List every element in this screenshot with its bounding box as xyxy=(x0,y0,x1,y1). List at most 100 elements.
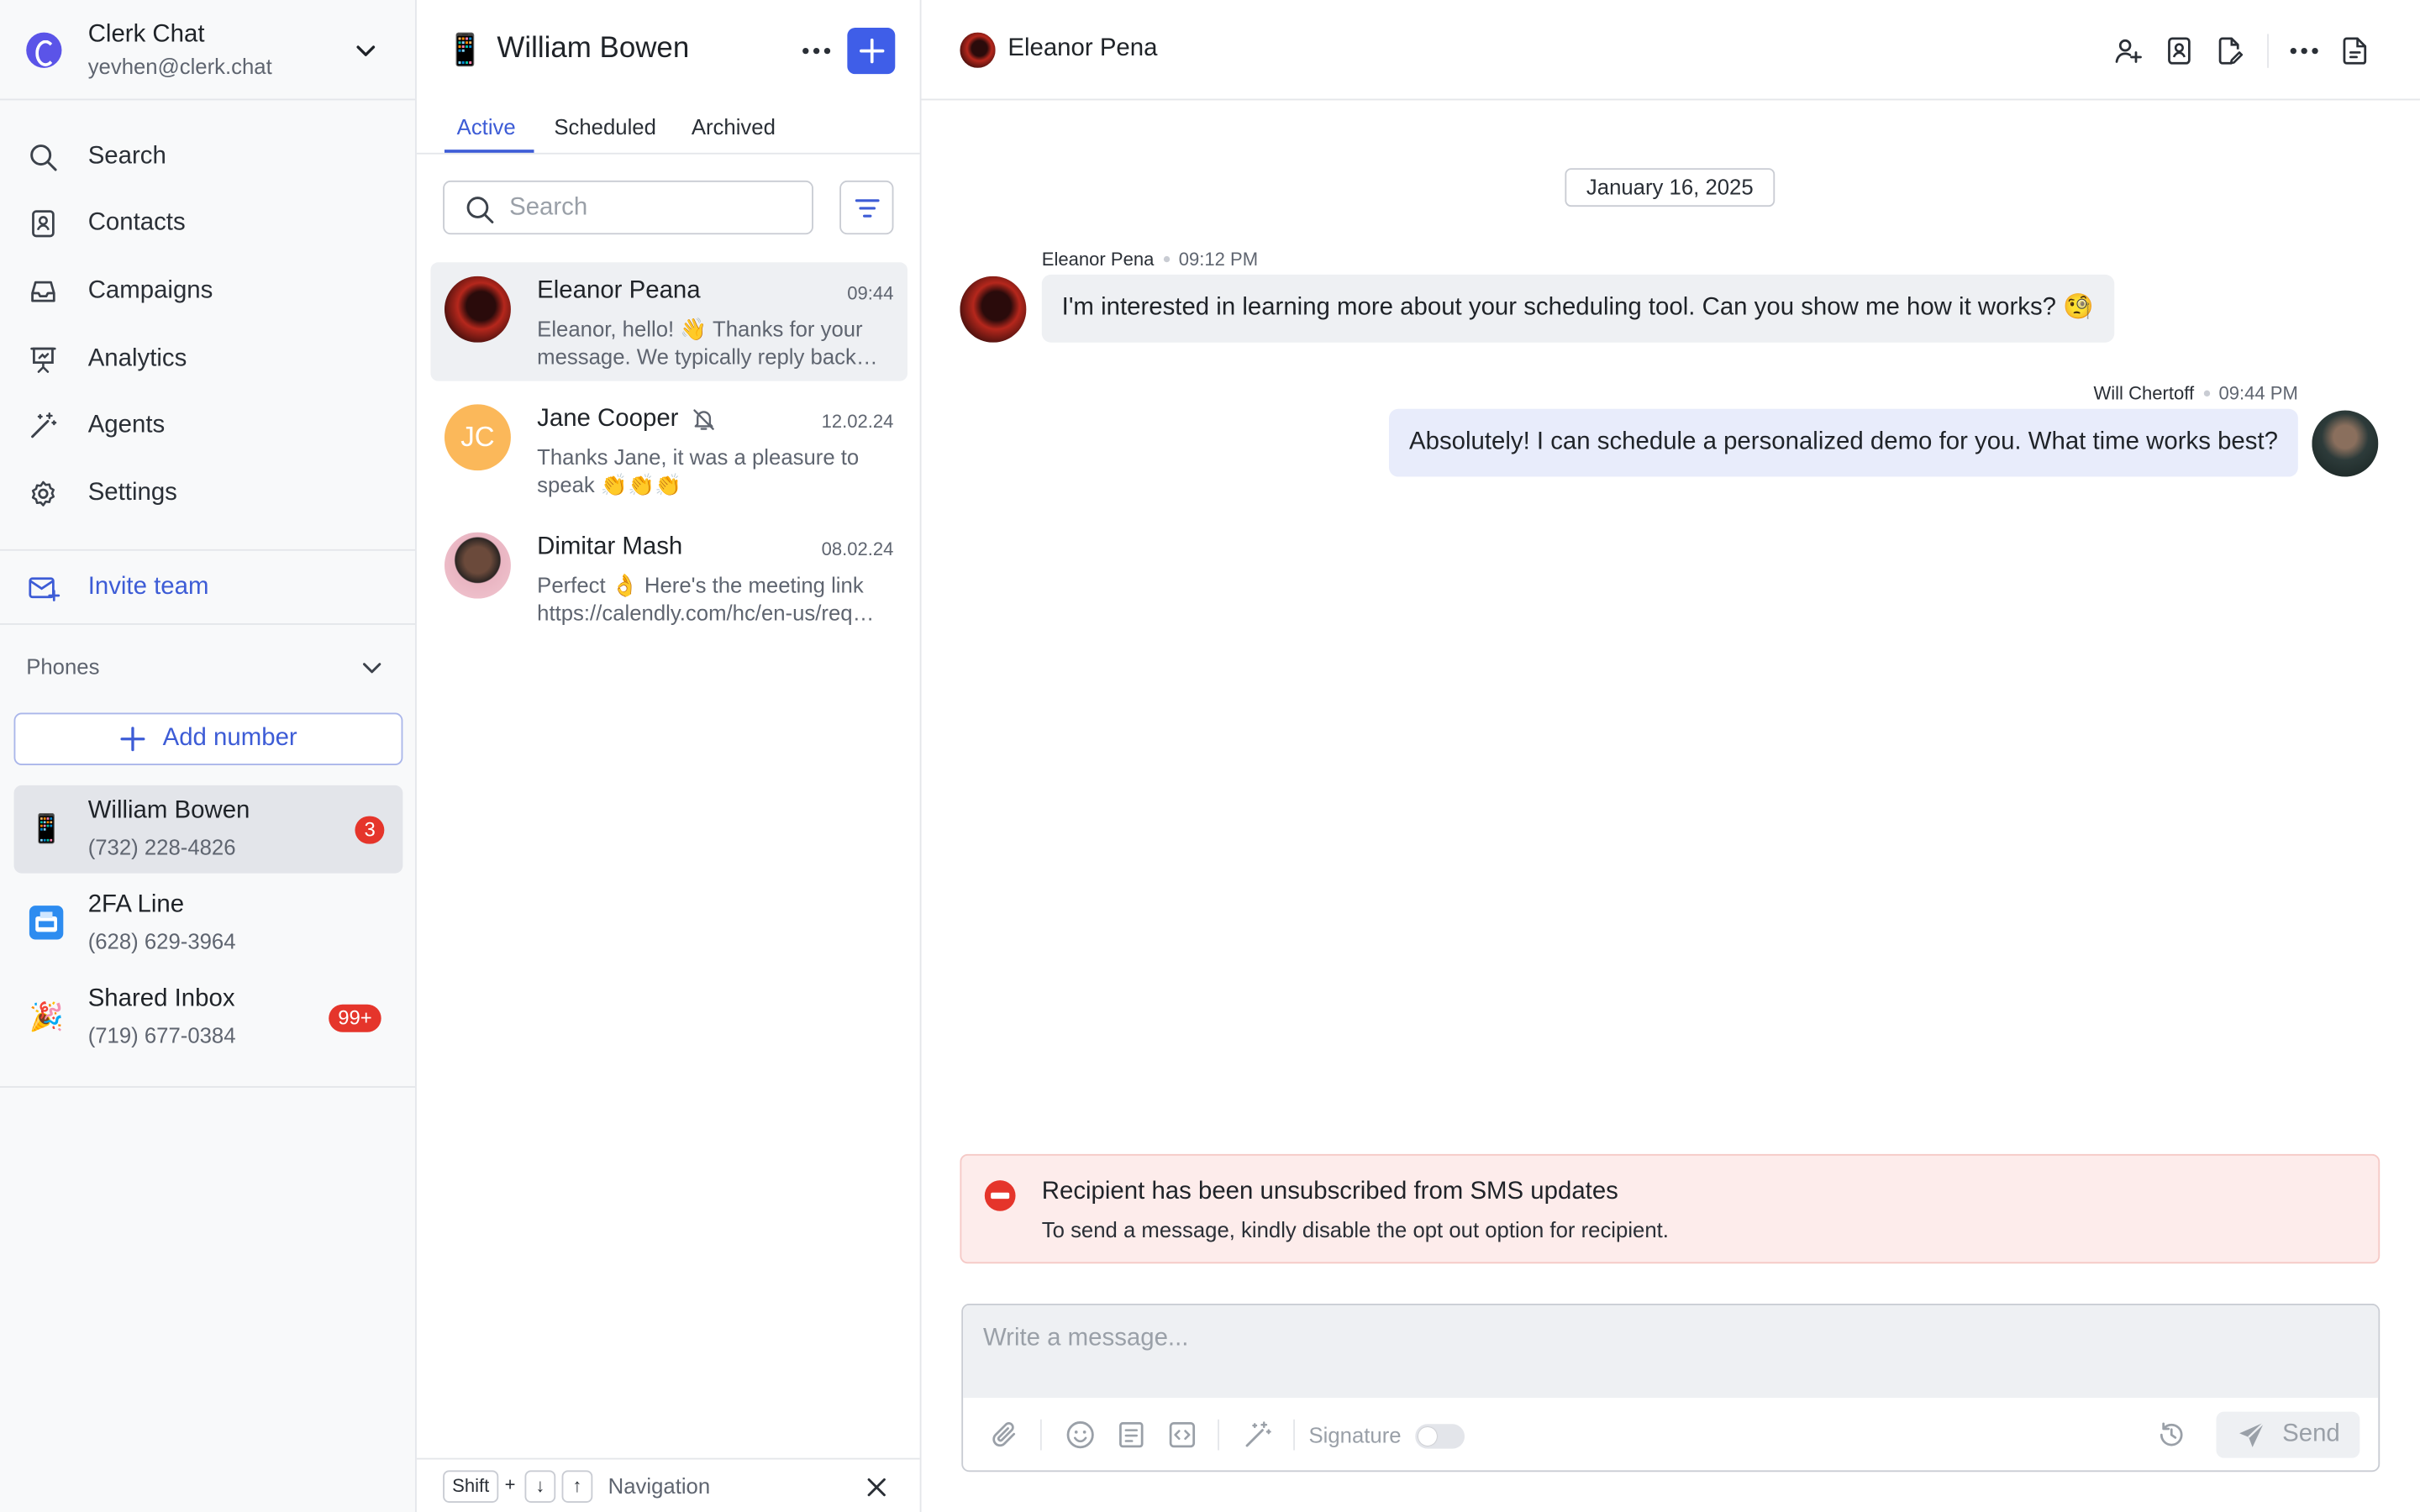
filter-button[interactable] xyxy=(839,180,894,235)
nav-item-agents[interactable]: Agents xyxy=(0,392,415,459)
message-sender: Will Chertoff xyxy=(2093,382,2195,405)
send-button[interactable]: Send xyxy=(2216,1411,2360,1458)
inbox-icon xyxy=(31,281,55,302)
conversation-time: 12.02.24 xyxy=(821,410,894,433)
divider xyxy=(2267,34,2269,68)
new-conversation-button[interactable] xyxy=(847,28,896,75)
conversation-time: 09:44 xyxy=(847,282,894,304)
invite-team-label: Invite team xyxy=(87,574,209,601)
conversation-time: 08.02.24 xyxy=(821,538,894,560)
add-number-button[interactable]: Add number xyxy=(13,712,403,766)
message-time: 09:44 PM xyxy=(2218,382,2298,405)
add-contact-button[interactable] xyxy=(2112,34,2145,67)
search-input[interactable] xyxy=(509,191,787,226)
workspace-switcher[interactable]: Clerk Chat yevhen@clerk.chat xyxy=(0,0,416,101)
schedule-button[interactable] xyxy=(2156,1420,2187,1451)
date-divider: January 16, 2025 xyxy=(1565,168,1776,207)
nav-item-campaigns[interactable]: Campaigns xyxy=(0,258,415,325)
divider xyxy=(0,1086,416,1088)
phone-number: (719) 677-0384 xyxy=(87,1022,236,1048)
clock-history-icon xyxy=(2160,1422,2183,1446)
message-field xyxy=(963,1305,2379,1399)
chat-panel: Eleanor Pena January 16, 2025 Eleanor Pe… xyxy=(921,0,2420,1512)
sidebar: Clerk Chat yevhen@clerk.chat Search Cont… xyxy=(0,0,417,1512)
magic-wand-icon xyxy=(1245,1421,1271,1447)
snippet-button[interactable] xyxy=(1167,1420,1198,1451)
phone-name: William Bowen xyxy=(87,797,250,824)
nav-label: Agents xyxy=(87,412,166,438)
close-icon[interactable] xyxy=(865,1475,889,1499)
muted-bell-icon xyxy=(692,409,714,430)
add-number-label: Add number xyxy=(162,725,297,752)
tab-scheduled[interactable]: Scheduled xyxy=(554,114,656,139)
phone-number: (628) 629-3964 xyxy=(87,928,236,954)
nav-label: Search xyxy=(87,143,166,170)
conversation-item-dimitar-mash[interactable]: Dimitar Mash 08.02.24 Perfect 👌 Here's t… xyxy=(430,518,908,637)
mobile-phone-icon: 📱 xyxy=(445,34,485,68)
phone-item-william-bowen[interactable]: 📱 William Bowen (732) 228-4826 3 xyxy=(13,785,403,874)
arrow-up-key: ↑ xyxy=(561,1470,593,1503)
conversation-name: Dimitar Mash xyxy=(537,533,683,560)
contacts-icon xyxy=(2168,37,2191,65)
presentation-icon xyxy=(30,346,56,373)
more-options-icon[interactable] xyxy=(799,34,833,67)
phone-number: (732) 228-4826 xyxy=(87,834,236,860)
conversation-item-jane-cooper[interactable]: JC Jane Cooper 12.02.24 Thanks Jane, it … xyxy=(430,391,908,509)
phone-item-2fa-line[interactable]: 2FA Line (628) 629-3964 xyxy=(14,879,403,968)
ai-assist-button[interactable] xyxy=(1243,1420,1274,1451)
nav-item-analytics[interactable]: Analytics xyxy=(0,325,415,392)
phone-item-shared-inbox[interactable]: 🎉 Shared Inbox (719) 677-0384 99+ xyxy=(14,974,403,1062)
fax-icon xyxy=(29,906,64,940)
chat-header: Eleanor Pena xyxy=(921,0,2420,101)
smiley-icon xyxy=(1066,1421,1094,1449)
divider xyxy=(1293,1419,1295,1451)
conversation-name: Jane Cooper xyxy=(537,406,679,433)
code-icon xyxy=(1169,1421,1196,1448)
nav-item-settings[interactable]: Settings xyxy=(0,459,415,527)
search-icon xyxy=(30,144,57,171)
plus-separator: + xyxy=(504,1473,516,1495)
shift-key: Shift xyxy=(443,1470,499,1503)
chat-contact-name[interactable]: Eleanor Pena xyxy=(1007,35,1157,63)
paperclip-icon xyxy=(992,1422,1016,1447)
message-composer: Signature Send xyxy=(961,1304,2381,1473)
nav-item-search[interactable]: Search xyxy=(0,123,415,191)
nav-label: Campaigns xyxy=(87,277,213,304)
inbox-title: William Bowen xyxy=(497,32,690,66)
message-time: 09:12 PM xyxy=(1178,248,1259,270)
avatar xyxy=(444,276,511,343)
avatar[interactable] xyxy=(960,32,996,68)
invite-team-link[interactable]: Invite team xyxy=(28,571,208,605)
party-popper-icon: 🎉 xyxy=(29,1001,65,1032)
conversation-preview: Perfect 👌 Here's the meeting link https:… xyxy=(537,572,875,625)
details-panel-button[interactable] xyxy=(2338,34,2372,67)
chevron-down-icon[interactable] xyxy=(360,657,384,679)
avatar xyxy=(960,276,1027,343)
conversation-tabs: Active Scheduled Archived xyxy=(416,100,920,155)
tab-archived[interactable]: Archived xyxy=(692,114,776,139)
more-options-button[interactable] xyxy=(2287,34,2321,67)
attach-button[interactable] xyxy=(989,1420,1020,1451)
mobile-phone-icon: 📱 xyxy=(29,812,65,844)
conversation-search[interactable] xyxy=(443,180,813,235)
contact-card-button[interactable] xyxy=(2162,34,2196,67)
conversation-item-eleanor-peana[interactable]: Eleanor Peana 09:44 Eleanor, hello! 👋 Th… xyxy=(430,262,908,381)
arrow-down-key: ↓ xyxy=(524,1470,556,1503)
conversation-list-panel: 📱 William Bowen Active Scheduled Archive… xyxy=(416,0,922,1512)
chevron-down-icon[interactable] xyxy=(354,39,378,63)
nav-label: Analytics xyxy=(87,344,187,371)
conversation-preview: Thanks Jane, it was a pleasure to speak … xyxy=(537,444,860,497)
edit-note-button[interactable] xyxy=(2213,34,2247,67)
tab-active[interactable]: Active xyxy=(457,114,516,139)
template-button[interactable] xyxy=(1116,1420,1147,1451)
message-sender: Eleanor Pena xyxy=(1041,248,1155,270)
unsubscribed-alert: Recipient has been unsubscribed from SMS… xyxy=(960,1153,2381,1264)
avatar xyxy=(444,532,511,599)
fax-glyph-icon xyxy=(35,911,57,932)
signature-toggle[interactable] xyxy=(1415,1424,1465,1449)
template-icon xyxy=(1119,1421,1144,1448)
nav-item-contacts[interactable]: Contacts xyxy=(0,191,415,258)
message-input[interactable] xyxy=(982,1325,2342,1372)
emoji-button[interactable] xyxy=(1065,1420,1096,1451)
divider xyxy=(0,623,416,625)
